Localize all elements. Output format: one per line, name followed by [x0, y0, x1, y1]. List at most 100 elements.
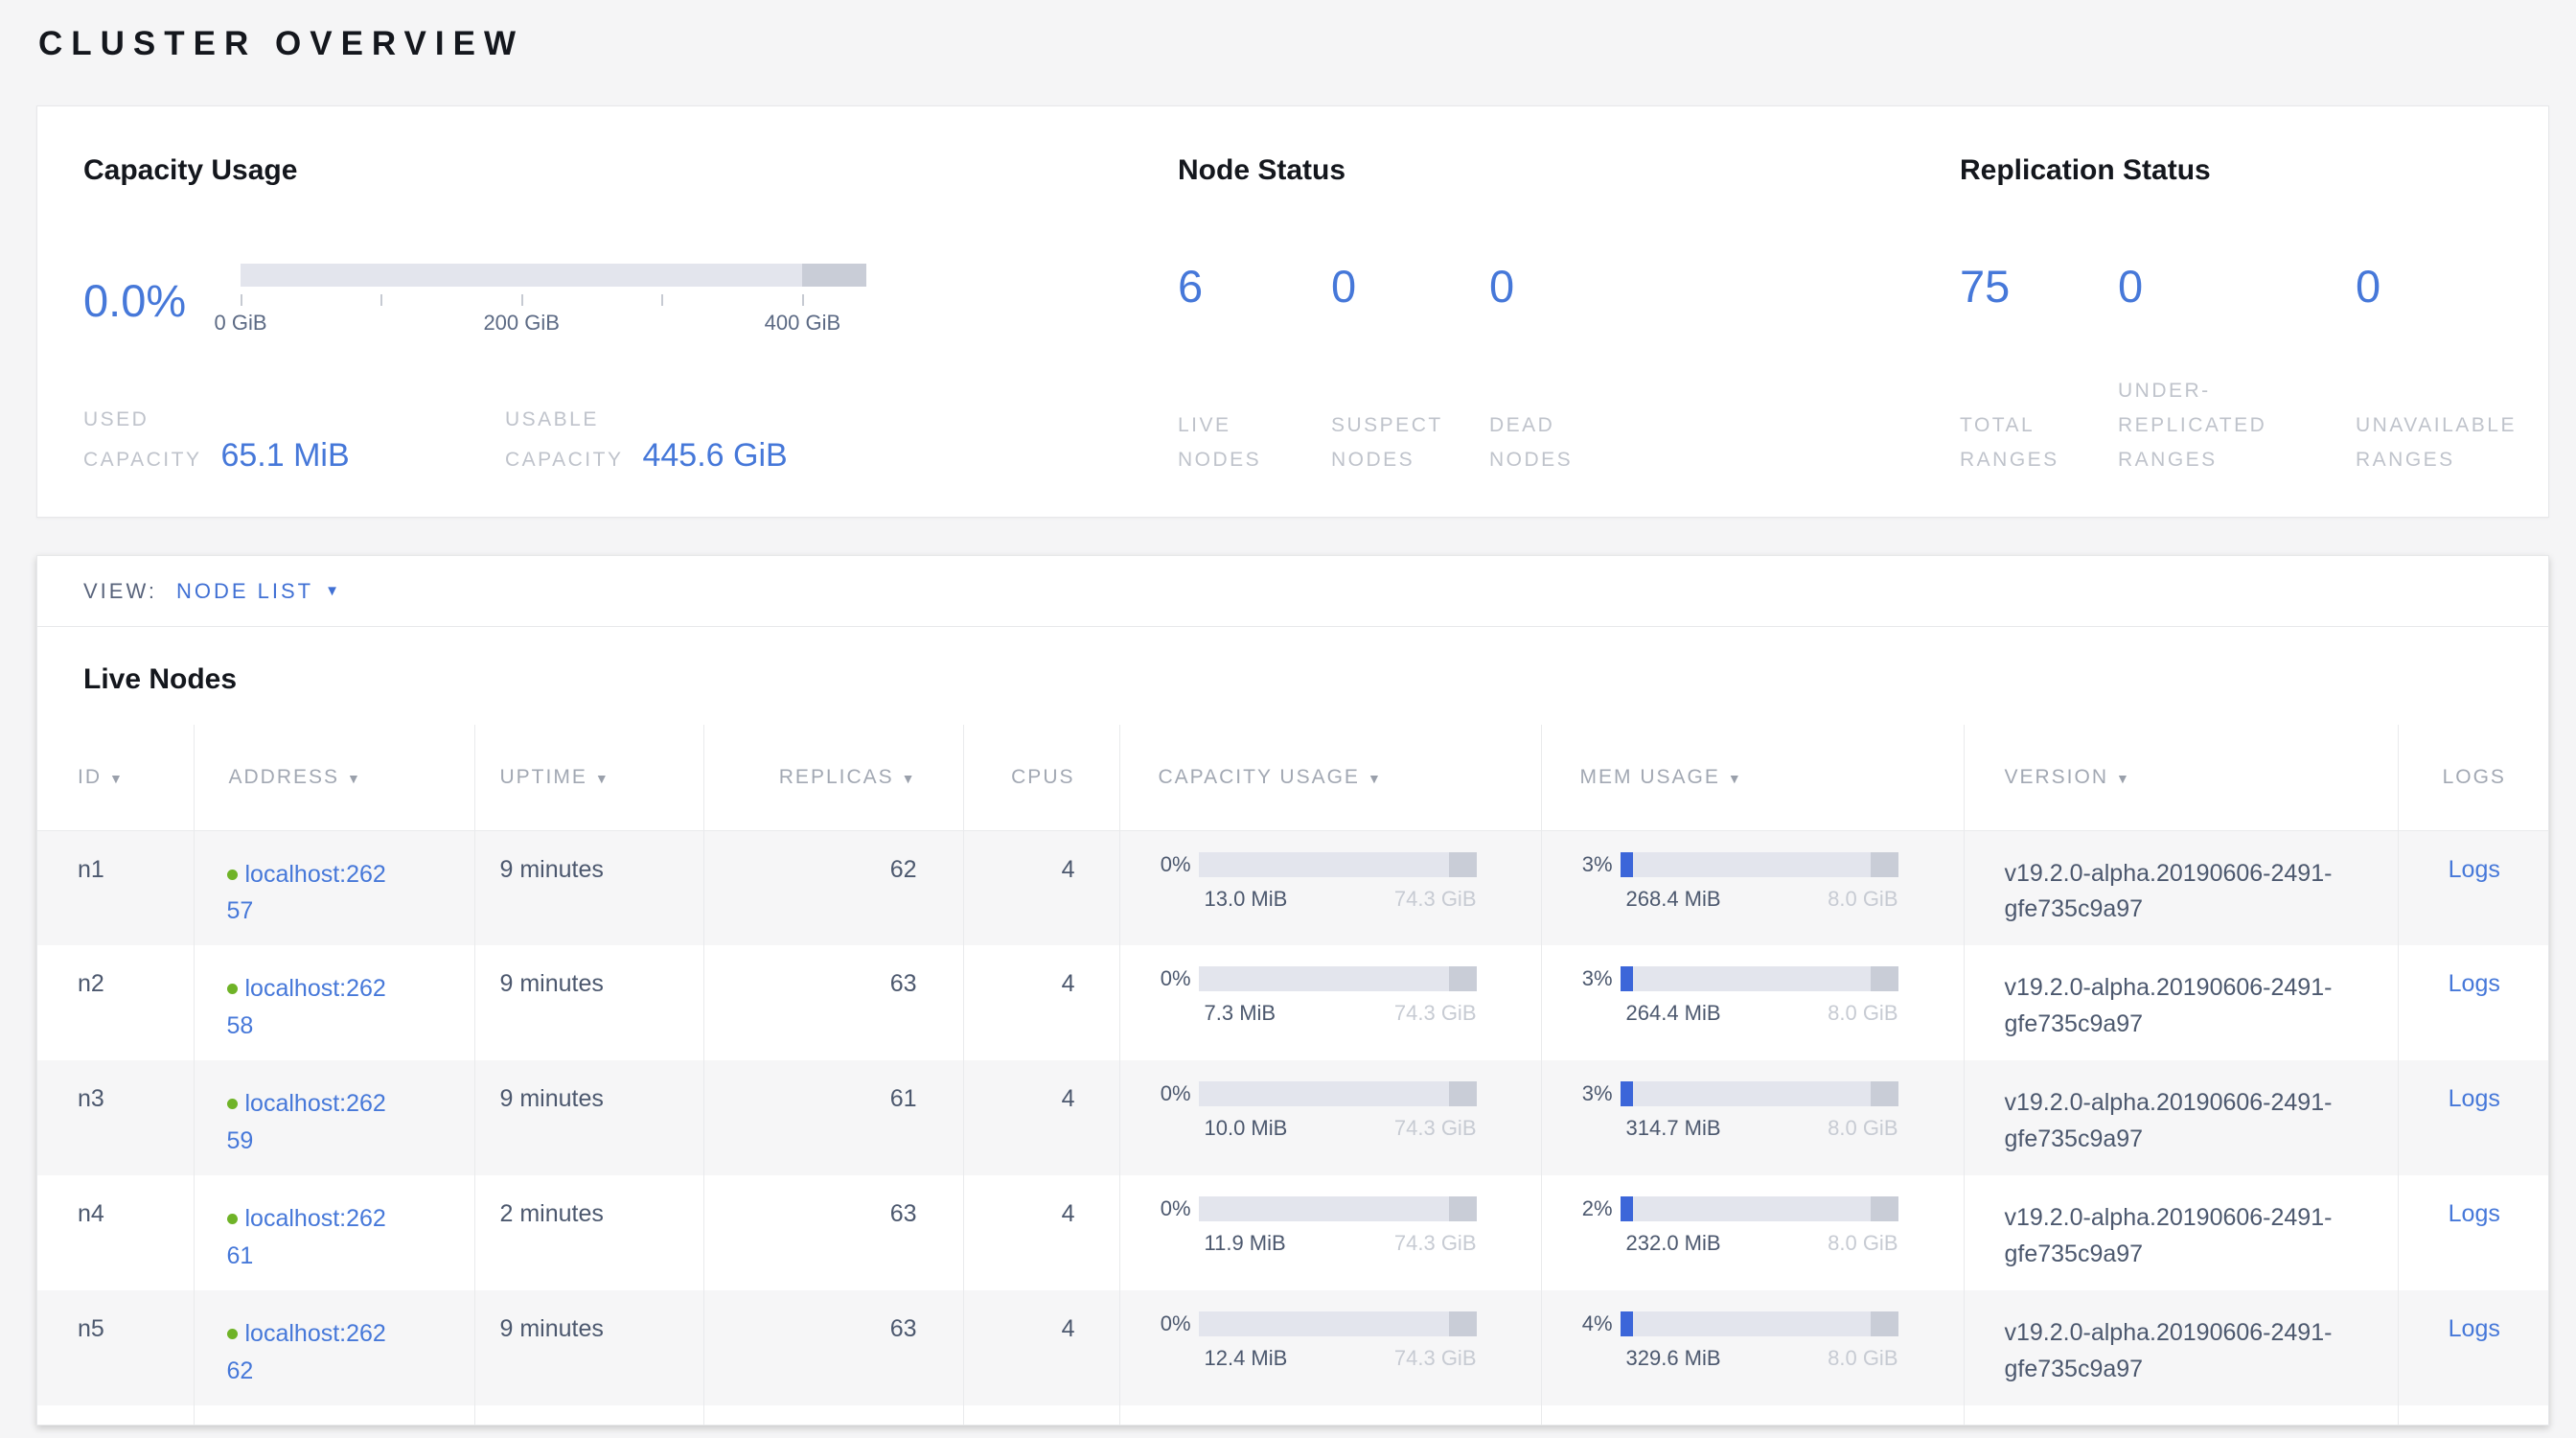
- mem-reserved-segment: [1871, 852, 1898, 877]
- mem-total-value: 8.0 GiB: [1828, 1001, 1898, 1026]
- node-capacity-usage-cell: 0% 12.4 MiB 74.3 GiB: [1119, 1290, 1541, 1405]
- capacity-reserved-segment: [1449, 1081, 1477, 1106]
- node-address-link[interactable]: localhost:26261: [227, 1205, 386, 1269]
- mem-percent: 3%: [1571, 1081, 1613, 1106]
- column-header-capacity-usage[interactable]: CAPACITY USAGE▼: [1119, 725, 1541, 830]
- capacity-used-value: 7.3 MiB: [1199, 1001, 1276, 1026]
- capacity-bar-ticks: [241, 294, 866, 306]
- mem-total-value: 8.0 GiB: [1828, 887, 1898, 912]
- node-address-cell: localhost:26258: [194, 945, 474, 1060]
- capacity-reserved-segment: [1449, 1196, 1477, 1221]
- capacity-percent: 0%: [1149, 852, 1191, 877]
- used-capacity-value: 65.1 MiB: [220, 437, 349, 475]
- node-id: n3: [37, 1060, 194, 1175]
- node-list-card: VIEW: NODE LIST ▼ Live Nodes ID▼ ADDRESS…: [36, 555, 2549, 1426]
- node-mem-usage-cell: 4% 329.6 MiB 8.0 GiB: [1541, 1290, 1964, 1405]
- node-version: v19.2.0-alpha.20190606-2491-gfe735c9a97: [1964, 1290, 2398, 1405]
- node-cpus: 4: [963, 1060, 1119, 1175]
- node-cpus: 4: [963, 1175, 1119, 1290]
- suspect-nodes-label: SUSPECTNODES: [1331, 408, 1489, 477]
- column-header-version[interactable]: VERSION▼: [1964, 725, 2398, 830]
- mem-usage-bar: [1621, 966, 1898, 991]
- node-replicas: 63: [703, 1175, 963, 1290]
- mem-used-value: 314.7 MiB: [1621, 1116, 1721, 1141]
- logs-link[interactable]: Logs: [2449, 1200, 2500, 1227]
- column-header-replicas[interactable]: REPLICAS▼: [703, 725, 963, 830]
- node-status-title: Node Status: [1178, 154, 1960, 187]
- column-header-uptime[interactable]: UPTIME▼: [474, 725, 703, 830]
- under-replicated-ranges-label: UNDER-REPLICATEDRANGES: [2118, 374, 2356, 477]
- mem-used-segment: [1621, 1081, 1633, 1106]
- capacity-usage-bar: [1199, 1196, 1477, 1221]
- column-header-mem-usage[interactable]: MEM USAGE▼: [1541, 725, 1964, 830]
- unavailable-ranges-count: 0: [2356, 264, 2548, 309]
- column-header-address[interactable]: ADDRESS▼: [194, 725, 474, 830]
- live-status-dot: [227, 1214, 238, 1224]
- table-header-row: ID▼ ADDRESS▼ UPTIME▼ REPLICAS▼ CPUS CAPA…: [37, 725, 2549, 830]
- node-uptime: 9 minutes: [474, 1060, 703, 1175]
- capacity-percent: 0%: [1149, 1311, 1191, 1336]
- capacity-reserved-segment: [1449, 852, 1477, 877]
- capacity-total-value: 74.3 GiB: [1394, 1116, 1477, 1141]
- mem-reserved-segment: [1871, 1196, 1898, 1221]
- capacity-percent: 0%: [1149, 966, 1191, 991]
- node-uptime: 9 minutes: [474, 945, 703, 1060]
- node-address-cell: localhost:26261: [194, 1175, 474, 1290]
- node-address-link[interactable]: localhost:26262: [227, 1320, 386, 1384]
- sort-arrow-icon: ▼: [109, 771, 125, 786]
- capacity-used-value: 12.4 MiB: [1199, 1346, 1288, 1371]
- node-logs-cell: Logs: [2398, 1175, 2549, 1290]
- node-replicas: 63: [703, 1290, 963, 1405]
- live-nodes-table: ID▼ ADDRESS▼ UPTIME▼ REPLICAS▼ CPUS CAPA…: [37, 725, 2549, 1426]
- used-capacity-stat: USED CAPACITY 65.1 MiB: [83, 403, 505, 477]
- live-status-dot: [227, 1329, 238, 1339]
- mem-used-value: 232.0 MiB: [1621, 1231, 1721, 1256]
- node-version: v19.2.0-alpha.20190606-2491-gfe735c9a97: [1964, 945, 2398, 1060]
- mem-total-value: 8.0 GiB: [1828, 1116, 1898, 1141]
- node-replicas: 62: [703, 830, 963, 945]
- node-address-link[interactable]: localhost:26257: [227, 861, 386, 925]
- mem-used-segment: [1621, 1196, 1633, 1221]
- node-status-panel: Node Status 6 0 0 LIVENODES SUSPECTNODES…: [1178, 106, 1960, 517]
- capacity-reserved-segment: [1449, 966, 1477, 991]
- dead-nodes-label: DEADNODES: [1489, 408, 1960, 477]
- capacity-total-value: 74.3 GiB: [1394, 1001, 1477, 1026]
- node-replicas: 63: [703, 945, 963, 1060]
- usable-capacity-stat: USABLE CAPACITY 445.6 GiB: [505, 403, 788, 477]
- node-mem-usage-cell: 2% 232.0 MiB 8.0 GiB: [1541, 1175, 1964, 1290]
- node-address-link[interactable]: localhost:26259: [227, 1090, 386, 1154]
- logs-link[interactable]: Logs: [2449, 1315, 2500, 1342]
- mem-total-value: 8.0 GiB: [1828, 1346, 1898, 1371]
- usable-capacity-value: 445.6 GiB: [642, 437, 787, 475]
- logs-link[interactable]: Logs: [2449, 1085, 2500, 1112]
- node-capacity-usage-cell: 0% 7.3 MiB 74.3 GiB: [1119, 945, 1541, 1060]
- column-header-id[interactable]: ID▼: [37, 725, 194, 830]
- node-cpus: 4: [963, 1290, 1119, 1405]
- node-address-link[interactable]: localhost:26258: [227, 975, 386, 1039]
- node-mem-usage-cell: 3% 264.4 MiB 8.0 GiB: [1541, 945, 1964, 1060]
- live-status-dot: [227, 1099, 238, 1109]
- mem-usage-bar: [1621, 1311, 1898, 1336]
- under-replicated-ranges-count: 0: [2118, 264, 2356, 309]
- logs-link[interactable]: Logs: [2449, 856, 2500, 883]
- mem-used-segment: [1621, 852, 1633, 877]
- node-replicas: 61: [703, 1060, 963, 1175]
- live-nodes-table-body: n1 localhost:26257 9 minutes 62 4 0% 13.…: [37, 830, 2549, 1426]
- table-row: n1 localhost:26257 9 minutes 62 4 0% 13.…: [37, 830, 2549, 945]
- tick-label-400: 400 GiB: [765, 311, 841, 336]
- logs-link[interactable]: Logs: [2449, 970, 2500, 997]
- mem-percent: 2%: [1571, 1196, 1613, 1221]
- view-selected-value: NODE LIST: [176, 579, 313, 604]
- view-selector-dropdown[interactable]: NODE LIST ▼: [176, 579, 339, 604]
- capacity-total-value: 74.3 GiB: [1394, 887, 1477, 912]
- mem-reserved-segment: [1871, 1081, 1898, 1106]
- mem-total-value: 8.0 GiB: [1828, 1231, 1898, 1256]
- mem-used-value: 264.4 MiB: [1621, 1001, 1721, 1026]
- mem-percent: 3%: [1571, 966, 1613, 991]
- column-header-cpus: CPUS: [963, 725, 1119, 830]
- capacity-reserved-segment: [1449, 1311, 1477, 1336]
- node-uptime: 2 minutes: [474, 1175, 703, 1290]
- live-nodes-heading: Live Nodes: [37, 627, 2548, 725]
- node-logs-cell: Logs: [2398, 945, 2549, 1060]
- view-bar: VIEW: NODE LIST ▼: [37, 556, 2548, 627]
